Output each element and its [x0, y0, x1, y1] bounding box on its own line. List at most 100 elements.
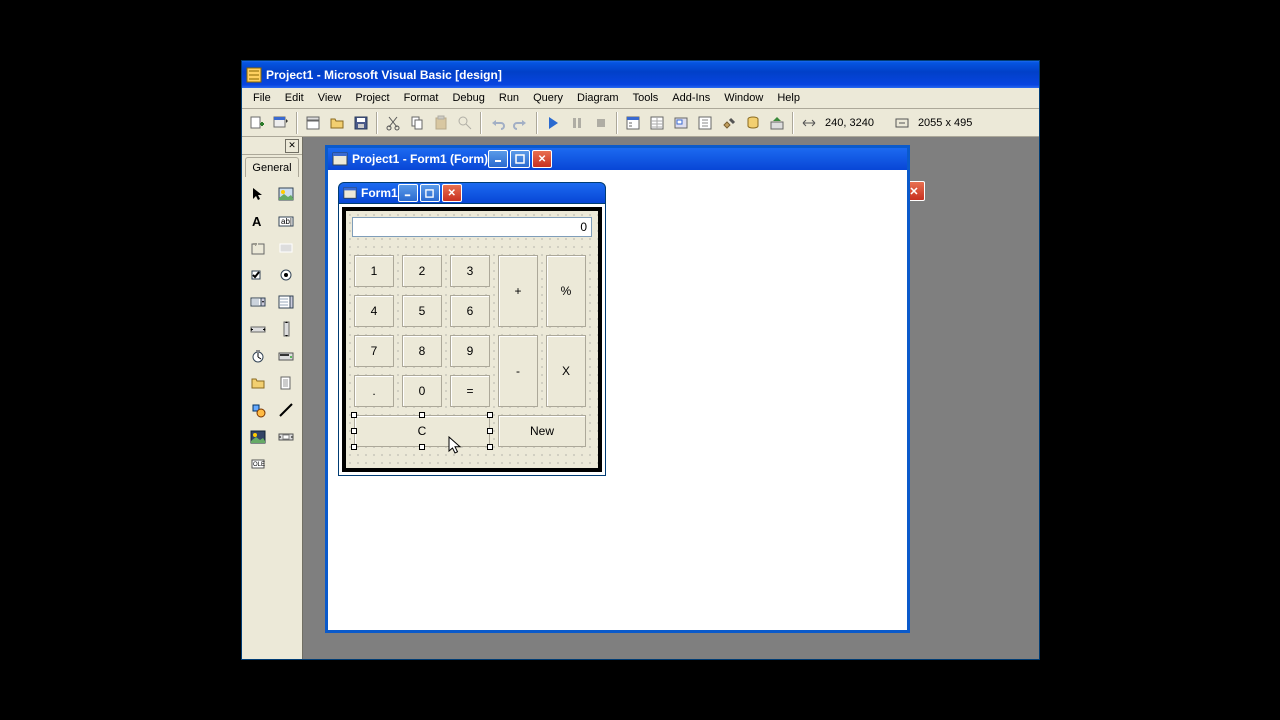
designer-titlebar[interactable]: Project1 - Form1 (Form) ✕ [328, 148, 907, 170]
tool-label[interactable]: A [246, 208, 271, 233]
calc-btn-dot[interactable]: . [354, 375, 394, 407]
calc-btn-multiply[interactable]: X [546, 335, 586, 407]
tb-properties[interactable] [646, 112, 668, 134]
calc-btn-9[interactable]: 9 [450, 335, 490, 367]
designer-maximize-button[interactable] [510, 150, 530, 168]
toolbox-close-button[interactable]: ✕ [285, 139, 299, 153]
tb-end[interactable] [590, 112, 612, 134]
tb-add-form[interactable] [270, 112, 292, 134]
vb-ide-window: Project1 - Microsoft Visual Basic [desig… [241, 60, 1040, 660]
selection-handle[interactable] [487, 444, 493, 450]
calc-btn-7[interactable]: 7 [354, 335, 394, 367]
menu-file[interactable]: File [246, 90, 278, 106]
tool-commandbutton[interactable] [274, 235, 299, 260]
calc-btn-2[interactable]: 2 [402, 255, 442, 287]
tool-dirlistbox[interactable] [246, 370, 271, 395]
menu-project[interactable]: Project [348, 90, 396, 106]
tb-open[interactable] [326, 112, 348, 134]
tb-toolbox[interactable] [718, 112, 740, 134]
calc-btn-8[interactable]: 8 [402, 335, 442, 367]
tool-vscrollbar[interactable] [274, 316, 299, 341]
toolbox-tab-general[interactable]: General [245, 157, 299, 177]
tb-project-explorer[interactable] [622, 112, 644, 134]
menu-debug[interactable]: Debug [445, 90, 491, 106]
tool-shape[interactable] [246, 397, 271, 422]
designer-canvas[interactable]: Form1 ✕ [328, 170, 907, 630]
tool-frame[interactable]: xy [246, 235, 271, 260]
form-close-button[interactable]: ✕ [442, 184, 462, 202]
form-titlebar[interactable]: Form1 ✕ [338, 182, 606, 204]
selection-handle[interactable] [419, 412, 425, 418]
tool-hscrollbar[interactable] [246, 316, 271, 341]
calc-btn-plus[interactable]: + [498, 255, 538, 327]
form-designer-window[interactable]: Project1 - Form1 (Form) ✕ [325, 145, 910, 633]
tool-drivelistbox[interactable] [274, 343, 299, 368]
tool-combobox[interactable] [246, 289, 271, 314]
menu-help[interactable]: Help [770, 90, 807, 106]
selection-handle[interactable] [487, 412, 493, 418]
tb-object-browser[interactable] [694, 112, 716, 134]
tb-form-layout[interactable] [670, 112, 692, 134]
form-client-area[interactable]: 0 1 2 3 4 5 6 7 [346, 211, 598, 468]
svg-text:OLE: OLE [253, 462, 265, 468]
calc-btn-equals[interactable]: = [450, 375, 490, 407]
calc-btn-percent[interactable]: % [546, 255, 586, 327]
calc-btn-new[interactable]: New [498, 415, 586, 447]
menu-view[interactable]: View [311, 90, 349, 106]
tool-checkbox[interactable] [246, 262, 271, 287]
calc-btn-minus[interactable]: - [498, 335, 538, 407]
tb-break[interactable] [566, 112, 588, 134]
tool-filelistbox[interactable] [274, 370, 299, 395]
tb-menu-editor[interactable] [302, 112, 324, 134]
tool-ole[interactable]: OLE [246, 451, 271, 476]
tb-paste[interactable] [430, 112, 452, 134]
form-maximize-button[interactable] [420, 184, 440, 202]
tool-timer[interactable] [246, 343, 271, 368]
menu-window[interactable]: Window [717, 90, 770, 106]
tool-textbox[interactable]: ab| [274, 208, 299, 233]
tb-save[interactable] [350, 112, 372, 134]
tb-add-project[interactable] [246, 112, 268, 134]
tb-redo[interactable] [510, 112, 532, 134]
titlebar[interactable]: Project1 - Microsoft Visual Basic [desig… [242, 61, 1039, 88]
selection-handle[interactable] [351, 412, 357, 418]
tb-component-manager[interactable] [766, 112, 788, 134]
menu-query[interactable]: Query [526, 90, 570, 106]
menu-tools[interactable]: Tools [626, 90, 666, 106]
calc-btn-clear[interactable]: C [354, 415, 490, 447]
tool-picturebox[interactable] [274, 181, 299, 206]
selection-handle[interactable] [351, 444, 357, 450]
selection-handle[interactable] [351, 428, 357, 434]
selection-handle[interactable] [487, 428, 493, 434]
calc-btn-6[interactable]: 6 [450, 295, 490, 327]
form-minimize-button[interactable] [398, 184, 418, 202]
tb-undo[interactable] [486, 112, 508, 134]
tb-find[interactable] [454, 112, 476, 134]
tool-optionbutton[interactable] [274, 262, 299, 287]
tool-data[interactable] [274, 424, 299, 449]
menu-edit[interactable]: Edit [278, 90, 311, 106]
selection-handle[interactable] [419, 444, 425, 450]
tb-data-view[interactable] [742, 112, 764, 134]
tb-start[interactable] [542, 112, 564, 134]
tool-image[interactable] [246, 424, 271, 449]
form-window[interactable]: Form1 ✕ [338, 182, 606, 476]
designer-close-button[interactable]: ✕ [532, 150, 552, 168]
mdi-area: ✕ Project1 - Form1 (Form) ✕ [303, 137, 1039, 659]
tool-line[interactable] [274, 397, 299, 422]
calc-btn-3[interactable]: 3 [450, 255, 490, 287]
calc-btn-0[interactable]: 0 [402, 375, 442, 407]
menu-addins[interactable]: Add-Ins [665, 90, 717, 106]
menu-diagram[interactable]: Diagram [570, 90, 626, 106]
calc-btn-4[interactable]: 4 [354, 295, 394, 327]
calc-display-textbox[interactable]: 0 [352, 217, 592, 237]
tb-copy[interactable] [406, 112, 428, 134]
menu-run[interactable]: Run [492, 90, 526, 106]
tb-cut[interactable] [382, 112, 404, 134]
tool-pointer[interactable] [246, 181, 271, 206]
calc-btn-5[interactable]: 5 [402, 295, 442, 327]
designer-minimize-button[interactable] [488, 150, 508, 168]
menu-format[interactable]: Format [397, 90, 446, 106]
tool-listbox[interactable] [274, 289, 299, 314]
calc-btn-1[interactable]: 1 [354, 255, 394, 287]
